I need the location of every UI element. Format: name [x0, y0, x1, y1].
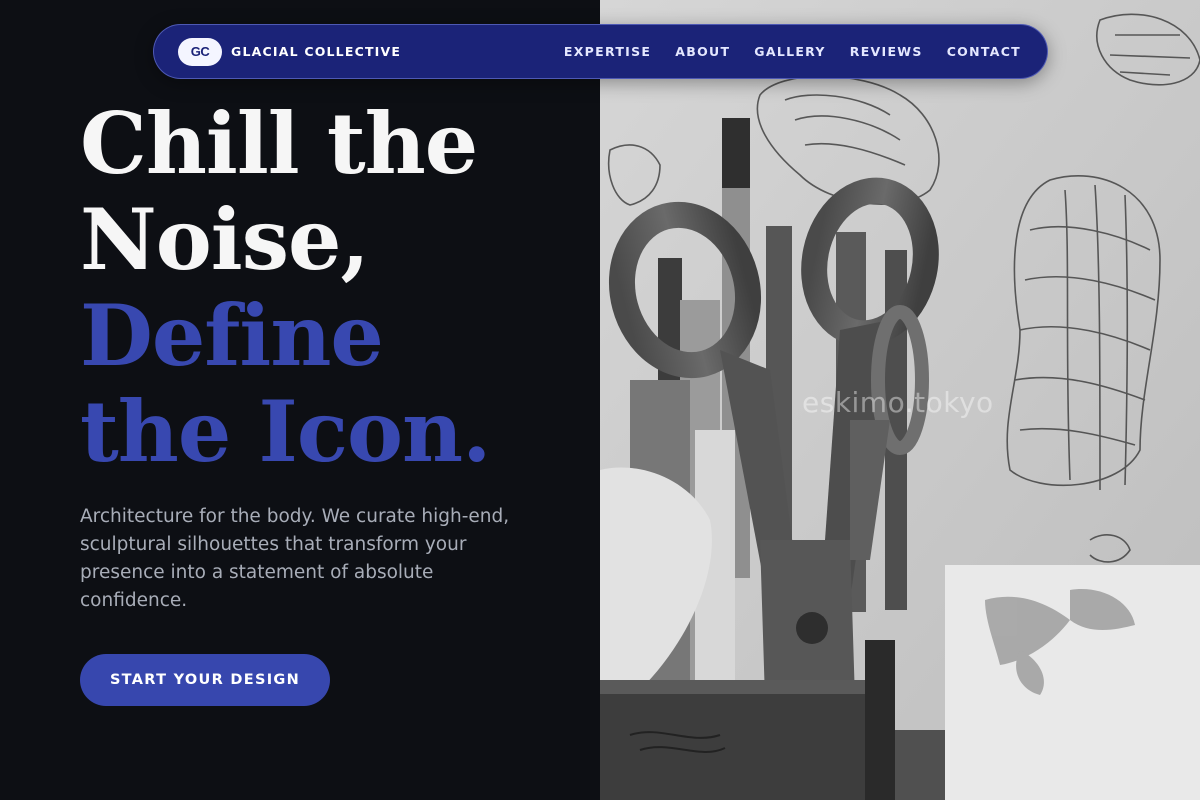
nav-link-expertise[interactable]: EXPERTISE	[564, 44, 651, 59]
nav-link-contact[interactable]: CONTACT	[947, 44, 1021, 59]
brand-logo: GC	[178, 37, 222, 66]
hero-title-line-4: the Icon.	[80, 382, 491, 481]
nav-link-gallery[interactable]: GALLERY	[754, 44, 826, 59]
hero-title-line-3: Define	[80, 286, 384, 385]
nav-link-about[interactable]: ABOUT	[675, 44, 730, 59]
top-navbar: GC GLACIAL COLLECTIVE EXPERTISE ABOUT GA…	[153, 24, 1048, 79]
brand-name: GLACIAL COLLECTIVE	[231, 44, 402, 59]
brand[interactable]: GC GLACIAL COLLECTIVE	[178, 37, 402, 66]
start-design-button[interactable]: START YOUR DESIGN	[80, 654, 330, 706]
nav-link-reviews[interactable]: REVIEWS	[850, 44, 923, 59]
hero-title-line-1: Chill the	[80, 94, 478, 193]
nav-links: EXPERTISE ABOUT GALLERY REVIEWS CONTACT	[540, 44, 1021, 59]
image-watermark: eskimo.tokyo	[802, 386, 994, 419]
hero-left-panel: Chill the Noise, Define the Icon. Archit…	[0, 0, 600, 800]
hero-title-line-2: Noise,	[80, 190, 370, 289]
hero-title: Chill the Noise, Define the Icon.	[80, 94, 491, 481]
hero-description: Architecture for the body. We curate hig…	[80, 506, 510, 611]
